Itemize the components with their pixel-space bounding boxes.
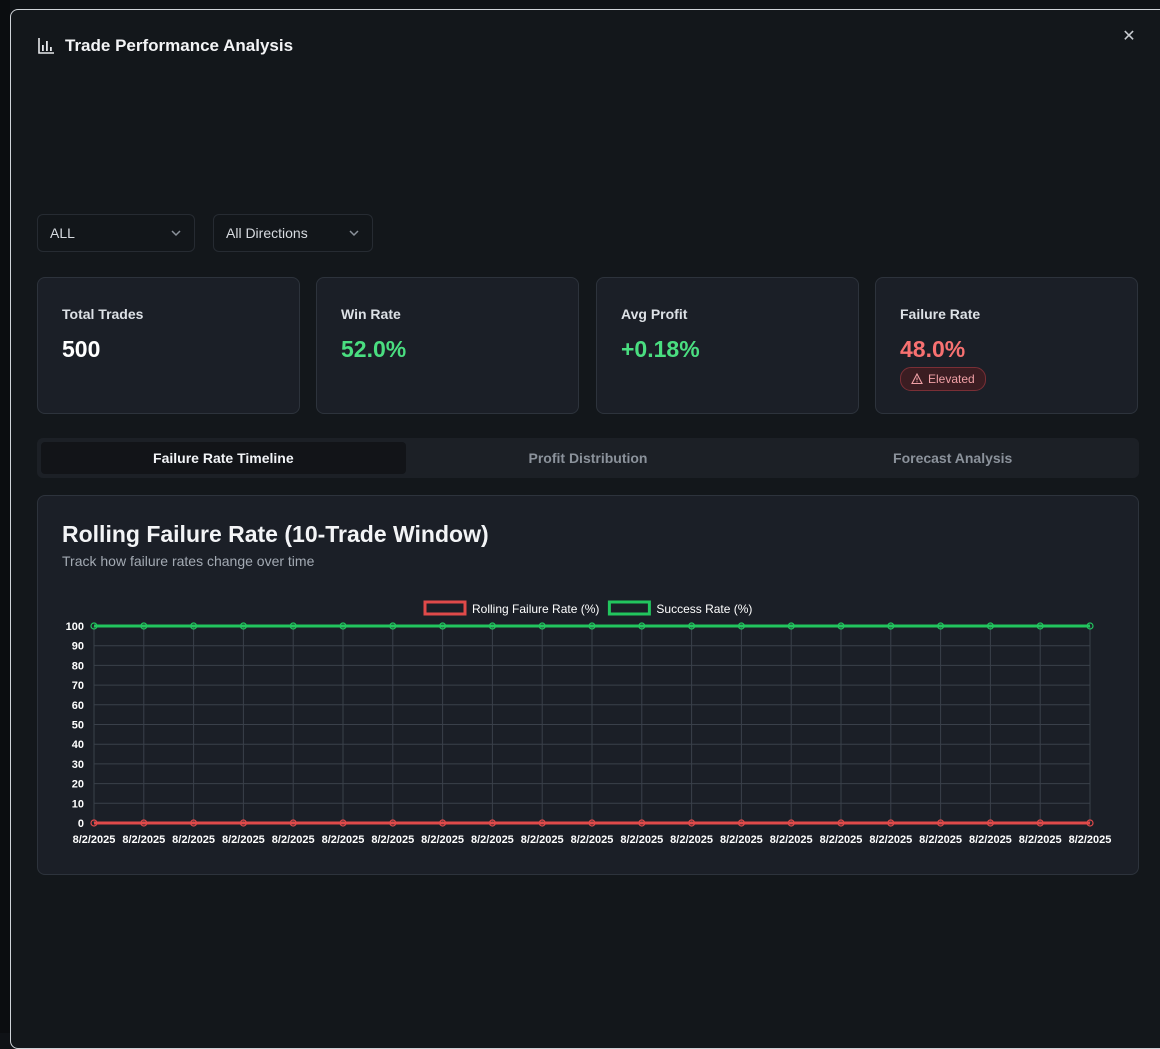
chart-card: Rolling Failure Rate (10-Trade Window) T… <box>37 495 1139 875</box>
x-tick-label: 8/2/2025 <box>322 834 365 846</box>
legend-label: Rolling Failure Rate (%) <box>472 602 599 616</box>
close-button[interactable]: ✕ <box>1119 26 1139 46</box>
elevated-badge: Elevated <box>900 367 986 391</box>
stat-value: 52.0% <box>341 336 407 362</box>
page-backdrop <box>0 0 10 1033</box>
stat-value: 48.0% <box>900 336 966 362</box>
chevron-down-icon <box>171 230 181 237</box>
stat-value: +0.18% <box>621 336 700 362</box>
y-tick-label: 40 <box>72 739 84 751</box>
badge-label: Elevated <box>928 372 975 386</box>
tab-failure-rate-timeline[interactable]: Failure Rate Timeline <box>41 442 406 474</box>
x-tick-label: 8/2/2025 <box>471 834 514 846</box>
stat-label: Total Trades <box>62 306 144 322</box>
x-tick-label: 8/2/2025 <box>820 834 863 846</box>
x-tick-label: 8/2/2025 <box>371 834 414 846</box>
y-tick-label: 80 <box>72 660 84 672</box>
y-tick-label: 20 <box>72 779 84 791</box>
failure-rate-chart: 0 10 20 30 40 50 60 70 80 90 100 8/2/2025 8/2/2025 8/… <box>66 600 1112 846</box>
chevron-down-icon <box>349 230 359 237</box>
direction-select-value: All Directions <box>226 225 308 241</box>
legend-swatch <box>423 600 467 616</box>
x-tick-label: 8/2/2025 <box>73 834 116 846</box>
stat-card-failure-rate: Failure Rate 48.0% Elevated <box>875 277 1138 414</box>
stat-value: 500 <box>62 336 101 362</box>
legend-label: Success Rate (%) <box>656 602 752 616</box>
x-tick-label: 8/2/2025 <box>272 834 315 846</box>
x-tick-label: 8/2/2025 <box>969 834 1012 846</box>
direction-select[interactable]: All Directions <box>213 214 373 252</box>
x-tick-label: 8/2/2025 <box>421 834 464 846</box>
y-tick-label: 0 <box>78 818 84 830</box>
y-tick-label: 50 <box>72 720 84 732</box>
x-tick-label: 8/2/2025 <box>919 834 962 846</box>
y-tick-label: 60 <box>72 700 84 712</box>
y-tick-label: 100 <box>66 621 84 633</box>
x-tick-label: 8/2/2025 <box>1069 834 1112 846</box>
x-tick-label: 8/2/2025 <box>521 834 564 846</box>
symbol-select[interactable]: ALL <box>37 214 195 252</box>
x-tick-label: 8/2/2025 <box>172 834 215 846</box>
x-tick-label: 8/2/2025 <box>869 834 912 846</box>
x-tick-label: 8/2/2025 <box>620 834 663 846</box>
modal-title: Trade Performance Analysis <box>65 36 294 55</box>
y-tick-label: 90 <box>72 641 84 653</box>
legend-swatch <box>607 600 651 616</box>
y-tick-label: 30 <box>72 759 84 771</box>
bar-chart-icon <box>38 38 54 54</box>
stat-card-avg-profit: Avg Profit +0.18% <box>596 277 859 414</box>
y-tick-label: 70 <box>72 680 84 692</box>
stat-card-total-trades: Total Trades 500 <box>37 277 300 414</box>
alert-triangle-icon <box>911 373 923 385</box>
x-tick-label: 8/2/2025 <box>571 834 614 846</box>
modal-header: Trade Performance Analysis <box>37 36 293 56</box>
analysis-tabs: Failure Rate Timeline Profit Distributio… <box>37 438 1139 478</box>
x-tick-label: 8/2/2025 <box>670 834 713 846</box>
x-tick-label: 8/2/2025 <box>720 834 763 846</box>
x-tick-label: 8/2/2025 <box>1019 834 1062 846</box>
stat-label: Avg Profit <box>621 306 688 322</box>
x-tick-label: 8/2/2025 <box>122 834 165 846</box>
stat-label: Win Rate <box>341 306 401 322</box>
close-icon: ✕ <box>1122 28 1136 45</box>
tab-forecast-analysis[interactable]: Forecast Analysis <box>770 442 1135 474</box>
trade-analysis-modal: Trade Performance Analysis ✕ ALL All Dir… <box>10 9 1160 1049</box>
symbol-select-value: ALL <box>50 225 75 241</box>
x-tick-label: 8/2/2025 <box>770 834 813 846</box>
stat-card-win-rate: Win Rate 52.0% <box>316 277 579 414</box>
stat-label: Failure Rate <box>900 306 981 322</box>
tab-profit-distribution[interactable]: Profit Distribution <box>406 442 771 474</box>
x-tick-label: 8/2/2025 <box>222 834 265 846</box>
y-tick-label: 10 <box>72 798 84 810</box>
